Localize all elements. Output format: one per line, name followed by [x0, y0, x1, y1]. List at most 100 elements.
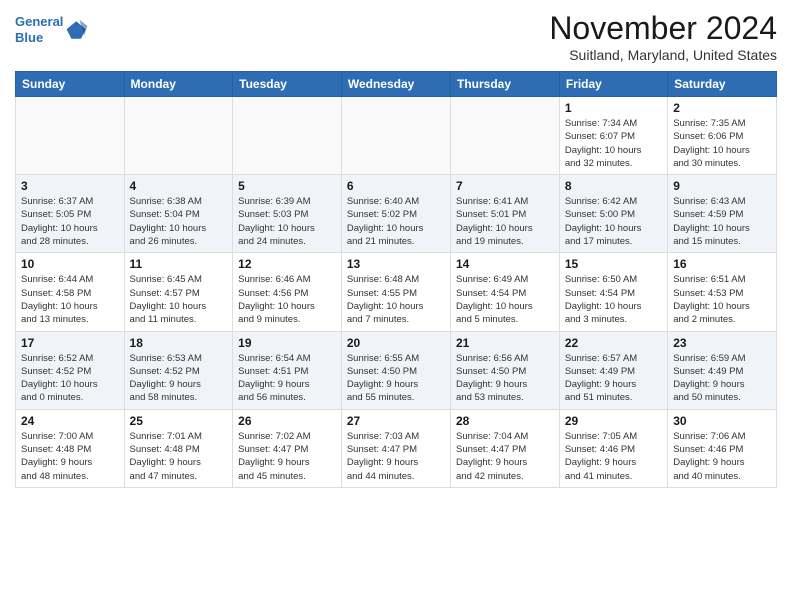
day-number: 29: [565, 414, 662, 428]
table-cell: [341, 97, 450, 175]
header-wednesday: Wednesday: [341, 72, 450, 97]
table-cell: 1 Sunrise: 7:34 AM Sunset: 6:07 PM Daylig…: [559, 97, 667, 175]
day-number: 7: [456, 179, 554, 193]
day-info: Sunrise: 7:06 AM Sunset: 4:46 PM Dayligh…: [673, 430, 771, 483]
table-cell: 15 Sunrise: 6:50 AM Sunset: 4:54 PM Dayli…: [559, 253, 667, 331]
day-number: 4: [130, 179, 228, 193]
table-cell: [124, 97, 233, 175]
day-info: Sunrise: 6:42 AM Sunset: 5:00 PM Dayligh…: [565, 195, 662, 248]
day-info: Sunrise: 6:38 AM Sunset: 5:04 PM Dayligh…: [130, 195, 228, 248]
table-cell: 27Sunrise: 7:03 AM Sunset: 4:47 PM Dayli…: [341, 409, 450, 487]
day-number: 1: [565, 101, 662, 115]
table-cell: 30 Sunrise: 7:06 AM Sunset: 4:46 PM Dayli…: [668, 409, 777, 487]
table-cell: 4 Sunrise: 6:38 AM Sunset: 5:04 PM Daylig…: [124, 175, 233, 253]
week-row-1: 1 Sunrise: 7:34 AM Sunset: 6:07 PM Daylig…: [16, 97, 777, 175]
table-cell: 12 Sunrise: 6:46 AM Sunset: 4:56 PM Dayli…: [233, 253, 342, 331]
day-info: Sunrise: 6:59 AM Sunset: 4:49 PM Dayligh…: [673, 352, 771, 405]
day-info: Sunrise: 6:52 AM Sunset: 4:52 PM Dayligh…: [21, 352, 119, 405]
day-number: 9: [673, 179, 771, 193]
table-cell: 26 Sunrise: 7:02 AM Sunset: 4:47 PM Dayli…: [233, 409, 342, 487]
day-info: Sunrise: 7:03 AM Sunset: 4:47 PM Dayligh…: [347, 430, 445, 483]
table-cell: 28 Sunrise: 7:04 AM Sunset: 4:47 PM Dayli…: [451, 409, 560, 487]
header-tuesday: Tuesday: [233, 72, 342, 97]
day-info: Sunrise: 7:01 AM Sunset: 4:48 PM Dayligh…: [130, 430, 228, 483]
day-number: 26: [238, 414, 336, 428]
table-cell: 20Sunrise: 6:55 AM Sunset: 4:50 PM Dayli…: [341, 331, 450, 409]
day-number: 25: [130, 414, 228, 428]
day-info: Sunrise: 6:50 AM Sunset: 4:54 PM Dayligh…: [565, 273, 662, 326]
day-number: 30: [673, 414, 771, 428]
table-cell: 6Sunrise: 6:40 AM Sunset: 5:02 PM Daylig…: [341, 175, 450, 253]
table-cell: 18Sunrise: 6:53 AM Sunset: 4:52 PM Dayli…: [124, 331, 233, 409]
day-number: 23: [673, 336, 771, 350]
day-number: 12: [238, 257, 336, 271]
header-sunday: Sunday: [16, 72, 125, 97]
day-info: Sunrise: 7:05 AM Sunset: 4:46 PM Dayligh…: [565, 430, 662, 483]
table-cell: [16, 97, 125, 175]
day-number: 16: [673, 257, 771, 271]
day-number: 3: [21, 179, 119, 193]
day-info: Sunrise: 6:41 AM Sunset: 5:01 PM Dayligh…: [456, 195, 554, 248]
day-number: 11: [130, 257, 228, 271]
month-title: November 2024: [549, 10, 777, 47]
table-cell: [451, 97, 560, 175]
table-cell: 16 Sunrise: 6:51 AM Sunset: 4:53 PM Dayli…: [668, 253, 777, 331]
day-number: 28: [456, 414, 554, 428]
table-cell: [233, 97, 342, 175]
calendar-header-row: Sunday Monday Tuesday Wednesday Thursday…: [16, 72, 777, 97]
table-cell: 22 Sunrise: 6:57 AM Sunset: 4:49 PM Dayli…: [559, 331, 667, 409]
table-cell: 13Sunrise: 6:48 AM Sunset: 4:55 PM Dayli…: [341, 253, 450, 331]
day-number: 10: [21, 257, 119, 271]
day-info: Sunrise: 6:43 AM Sunset: 4:59 PM Dayligh…: [673, 195, 771, 248]
table-cell: 11 Sunrise: 6:45 AM Sunset: 4:57 PM Dayli…: [124, 253, 233, 331]
logo-icon: [65, 18, 89, 42]
day-number: 21: [456, 336, 554, 350]
day-info: Sunrise: 6:57 AM Sunset: 4:49 PM Dayligh…: [565, 352, 662, 405]
header: General Blue November 2024 Suitland, Mar…: [15, 10, 777, 63]
day-info: Sunrise: 6:51 AM Sunset: 4:53 PM Dayligh…: [673, 273, 771, 326]
title-area: November 2024 Suitland, Maryland, United…: [549, 10, 777, 63]
day-info: Sunrise: 6:46 AM Sunset: 4:56 PM Dayligh…: [238, 273, 336, 326]
table-cell: 21 Sunrise: 6:56 AM Sunset: 4:50 PM Dayli…: [451, 331, 560, 409]
header-monday: Monday: [124, 72, 233, 97]
day-info: Sunrise: 7:35 AM Sunset: 6:06 PM Dayligh…: [673, 117, 771, 170]
logo: General Blue: [15, 10, 89, 45]
logo-text: General Blue: [15, 14, 63, 45]
table-cell: 3 Sunrise: 6:37 AM Sunset: 5:05 PM Daylig…: [16, 175, 125, 253]
table-cell: 9 Sunrise: 6:43 AM Sunset: 4:59 PM Daylig…: [668, 175, 777, 253]
day-info: Sunrise: 6:48 AM Sunset: 4:55 PM Dayligh…: [347, 273, 445, 326]
table-cell: 10 Sunrise: 6:44 AM Sunset: 4:58 PM Dayli…: [16, 253, 125, 331]
table-cell: 14Sunrise: 6:49 AM Sunset: 4:54 PM Dayli…: [451, 253, 560, 331]
table-cell: 2 Sunrise: 7:35 AM Sunset: 6:06 PM Daylig…: [668, 97, 777, 175]
day-number: 22: [565, 336, 662, 350]
day-number: 8: [565, 179, 662, 193]
header-thursday: Thursday: [451, 72, 560, 97]
table-cell: 24Sunrise: 7:00 AM Sunset: 4:48 PM Dayli…: [16, 409, 125, 487]
week-row-5: 24Sunrise: 7:00 AM Sunset: 4:48 PM Dayli…: [16, 409, 777, 487]
day-info: Sunrise: 6:54 AM Sunset: 4:51 PM Dayligh…: [238, 352, 336, 405]
day-number: 2: [673, 101, 771, 115]
day-info: Sunrise: 6:49 AM Sunset: 4:54 PM Dayligh…: [456, 273, 554, 326]
day-info: Sunrise: 7:02 AM Sunset: 4:47 PM Dayligh…: [238, 430, 336, 483]
table-cell: 8 Sunrise: 6:42 AM Sunset: 5:00 PM Daylig…: [559, 175, 667, 253]
day-number: 18: [130, 336, 228, 350]
day-info: Sunrise: 7:34 AM Sunset: 6:07 PM Dayligh…: [565, 117, 662, 170]
table-cell: 17 Sunrise: 6:52 AM Sunset: 4:52 PM Dayli…: [16, 331, 125, 409]
location: Suitland, Maryland, United States: [549, 47, 777, 63]
day-info: Sunrise: 6:56 AM Sunset: 4:50 PM Dayligh…: [456, 352, 554, 405]
day-info: Sunrise: 6:37 AM Sunset: 5:05 PM Dayligh…: [21, 195, 119, 248]
header-saturday: Saturday: [668, 72, 777, 97]
week-row-4: 17 Sunrise: 6:52 AM Sunset: 4:52 PM Dayli…: [16, 331, 777, 409]
day-info: Sunrise: 7:04 AM Sunset: 4:47 PM Dayligh…: [456, 430, 554, 483]
day-number: 15: [565, 257, 662, 271]
day-info: Sunrise: 6:44 AM Sunset: 4:58 PM Dayligh…: [21, 273, 119, 326]
day-number: 17: [21, 336, 119, 350]
day-info: Sunrise: 6:45 AM Sunset: 4:57 PM Dayligh…: [130, 273, 228, 326]
table-cell: 23 Sunrise: 6:59 AM Sunset: 4:49 PM Dayli…: [668, 331, 777, 409]
day-info: Sunrise: 6:39 AM Sunset: 5:03 PM Dayligh…: [238, 195, 336, 248]
calendar: Sunday Monday Tuesday Wednesday Thursday…: [15, 71, 777, 488]
table-cell: 5Sunrise: 6:39 AM Sunset: 5:03 PM Daylig…: [233, 175, 342, 253]
day-number: 24: [21, 414, 119, 428]
day-number: 20: [347, 336, 445, 350]
table-cell: 7 Sunrise: 6:41 AM Sunset: 5:01 PM Daylig…: [451, 175, 560, 253]
